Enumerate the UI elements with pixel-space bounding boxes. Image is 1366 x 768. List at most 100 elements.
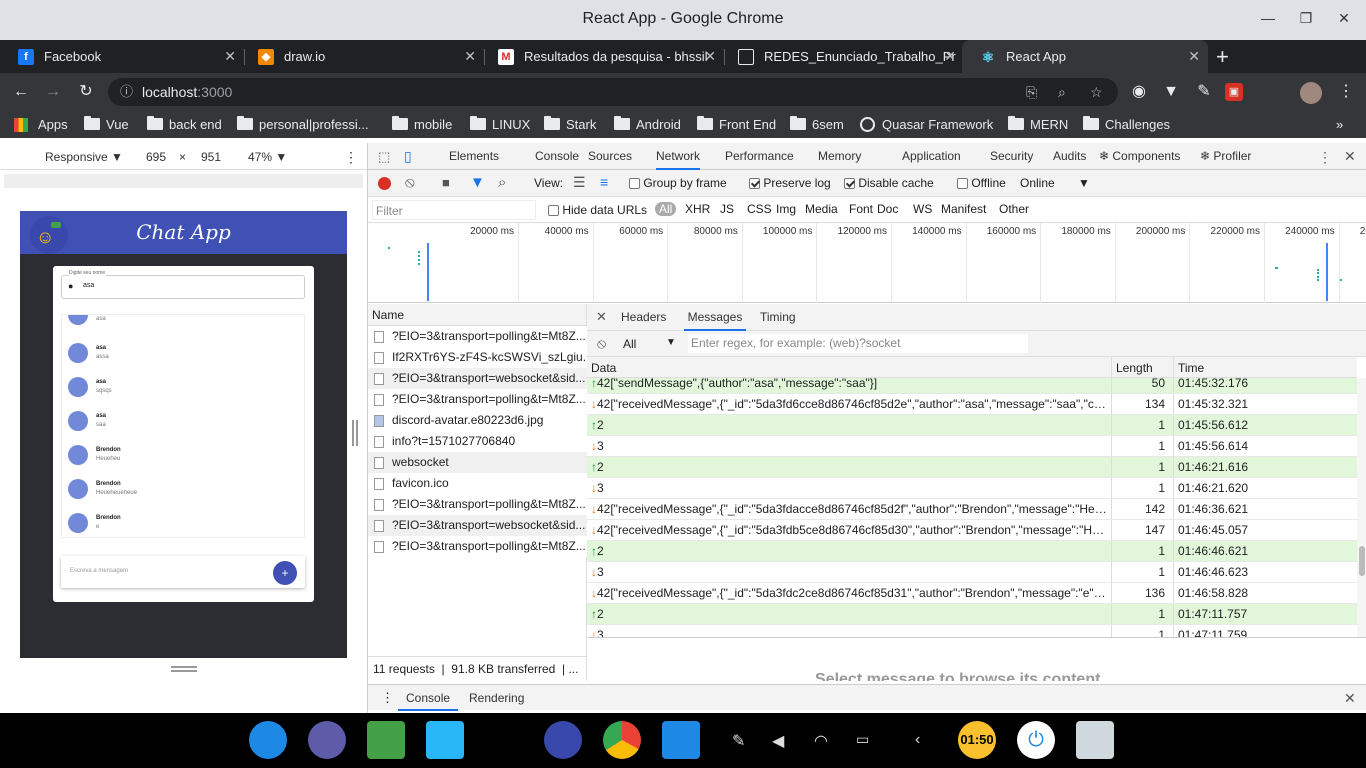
ws-message-row[interactable]: ↑2 1 01:46:46.621 [587,541,1357,562]
resize-handle-bottom[interactable] [171,666,197,672]
reload-icon[interactable]: ↻ [75,81,97,103]
ws-message-row[interactable]: ↓42["receivedMessage",{"_id":"5da3fdacce… [587,499,1357,520]
messages-list[interactable]: asa asa assa asa sqsqs asa saa Brendon Heueheu Br… [61,314,305,538]
ws-message-row[interactable]: ↓3 1 01:46:21.620 [587,478,1357,499]
message-input[interactable]: Escreva a mensagem + [61,556,305,588]
list-item[interactable]: asa assa [62,337,304,369]
wifi-icon[interactable]: ◠ [814,731,828,751]
ws-message-row[interactable]: ↓3 1 01:46:46.623 [587,562,1357,583]
request-row[interactable]: ?EIO=3&transport=websocket&sid... [368,515,587,536]
ws-message-row[interactable]: ↑2 1 01:45:56.612 [587,415,1357,436]
devtools-tab-console[interactable]: Console [535,143,579,170]
tab-facebook[interactable]: f Facebook ✕ [0,40,244,73]
ws-message-row[interactable]: ↑2 1 01:46:21.616 [587,457,1357,478]
devtools-tab-audits[interactable]: Audits [1053,143,1086,170]
eyedropper-icon[interactable]: ✎ [1193,81,1215,103]
devtools-tab-elements[interactable]: Elements [449,143,499,170]
type-filter-img[interactable]: Img [776,202,796,216]
tab-gmail[interactable]: M Resultados da pesquisa - bhssil ✕ [480,40,724,73]
request-row[interactable]: websocket [368,452,587,473]
screenshot-camera-icon[interactable]: ■ [442,175,450,190]
filter-input[interactable]: Filter [372,200,536,220]
offline-checkbox[interactable]: Offline [957,176,1006,190]
drawer-tab-rendering[interactable]: Rendering [469,685,524,711]
tab-drawio[interactable]: ◆ draw.io ✕ [240,40,484,73]
devtools-tab-network[interactable]: Network [656,143,701,170]
close-detail-icon[interactable]: ✕ [596,309,607,325]
media-query-bar[interactable] [4,174,363,188]
message-type-select[interactable]: All ▼ [623,337,676,351]
request-row[interactable]: discord-avatar.e80223d6.jpg [368,410,587,431]
clear-messages-icon[interactable]: ⦸ [597,335,606,352]
device-menu-icon[interactable]: ⋮ [344,149,358,166]
bookmark-folder[interactable]: Vue [84,111,129,138]
close-tab-icon[interactable]: ✕ [464,40,476,73]
type-filter-css[interactable]: CSS [747,202,772,216]
bookmark-apps[interactable]: Apps [14,111,68,138]
tab-messages[interactable]: Messages [684,304,746,331]
ws-message-row[interactable]: ↑42["sendMessage",{"author":"asa","messa… [587,378,1357,394]
forward-icon[interactable]: → [42,81,64,103]
bookmark-folder[interactable]: personal|professi... [237,111,369,138]
tab-document[interactable]: REDES_Enunciado_Trabalho_Pr ✕ [720,40,964,73]
type-filter-font[interactable]: Font [849,202,873,216]
request-row[interactable]: ?EIO=3&transport=websocket&sid... [368,368,587,389]
close-drawer-icon[interactable]: ✕ [1344,690,1356,707]
type-filter-js[interactable]: JS [720,202,734,216]
minimize-button[interactable]: — [1258,10,1278,30]
preserve-log-checkbox[interactable]: Preserve log [749,176,831,190]
close-tab-icon[interactable]: ✕ [704,40,716,73]
pen-icon[interactable]: ✎ [732,731,745,751]
list-item[interactable]: asa saa [62,405,304,437]
device-toggle-icon[interactable]: ▯ [404,148,412,165]
request-row[interactable]: ?EIO=3&transport=polling&t=Mt8Z... [368,326,587,347]
list-item[interactable]: Brendon Heueheu [62,439,304,471]
devtools-tab-memory[interactable]: Memory [818,143,861,170]
request-row[interactable]: If2RXTr6YS-zF4S-kcSWSVi_szLgiu... [368,347,587,368]
avatar[interactable] [1300,82,1322,104]
filter-icon[interactable]: ▼ [470,174,485,191]
close-tab-icon[interactable]: ✕ [1188,40,1200,73]
battery-icon[interactable]: ▭ [856,731,869,748]
type-filter-all[interactable]: All [655,202,677,216]
devtools-tab-sources[interactable]: Sources [588,143,632,170]
clear-icon[interactable]: ⦸ [405,174,415,191]
close-tab-icon[interactable]: ✕ [944,40,956,73]
tray-expand-icon[interactable]: ‹ [915,731,920,749]
list-item[interactable]: asa sqsqs [62,371,304,403]
data-column-header[interactable]: Data [591,361,616,375]
ws-message-row[interactable]: ↓42["receivedMessage",{"_id":"5da3fdc2ce… [587,583,1357,604]
type-filter-manifest[interactable]: Manifest [941,202,986,216]
devtools-tab-performance[interactable]: Performance [725,143,794,170]
trash-icon[interactable] [1076,721,1114,759]
hide-data-urls-checkbox[interactable]: Hide data URLs [548,203,647,217]
close-devtools-icon[interactable]: ✕ [1344,148,1356,165]
close-window-button[interactable]: ✕ [1334,10,1354,30]
wps-writer-icon[interactable] [662,721,700,759]
close-tab-icon[interactable]: ✕ [224,40,236,73]
bookmark-folder[interactable]: Front End [697,111,776,138]
bookmark-folder[interactable]: LINUX [470,111,530,138]
tab-timing[interactable]: Timing [760,304,796,331]
request-row[interactable]: ?EIO=3&transport=polling&t=Mt8Z... [368,536,587,557]
request-row[interactable]: info?t=1571027706840 [368,431,587,452]
drawer-tab-console[interactable]: Console [398,685,459,711]
time-column-header[interactable]: Time [1173,357,1204,378]
bookmark-folder[interactable]: back end [147,111,222,138]
devtools-tab-application[interactable]: Application [902,143,961,170]
device-zoom-select[interactable]: 47% ▼ [248,150,287,164]
timeline-overview[interactable]: 20000 ms 40000 ms 60000 ms 80000 ms 100000 m… [368,223,1366,303]
group-by-frame-checkbox[interactable]: Group by frame [629,176,727,190]
inspect-icon[interactable]: ⬚ [378,149,390,165]
new-tab-button[interactable]: + [1216,44,1229,70]
address-bar[interactable]: ⓘ localhost:3000 ⎘ ⌕ ☆ [108,78,1118,106]
list-view-icon[interactable]: ☰ [573,174,586,191]
vue-devtools-icon[interactable]: ▼ [1160,81,1182,103]
file-manager-icon[interactable] [426,721,464,759]
bookmarks-overflow-icon[interactable]: » [1336,111,1343,138]
volume-icon[interactable]: ◀ [772,731,784,751]
clock-widget[interactable]: 01:50 [958,721,996,759]
device-mode-select[interactable]: Responsive ▼ [45,150,123,164]
device-height-input[interactable]: 951 [201,150,221,164]
devtools-tab-security[interactable]: Security [990,143,1033,170]
